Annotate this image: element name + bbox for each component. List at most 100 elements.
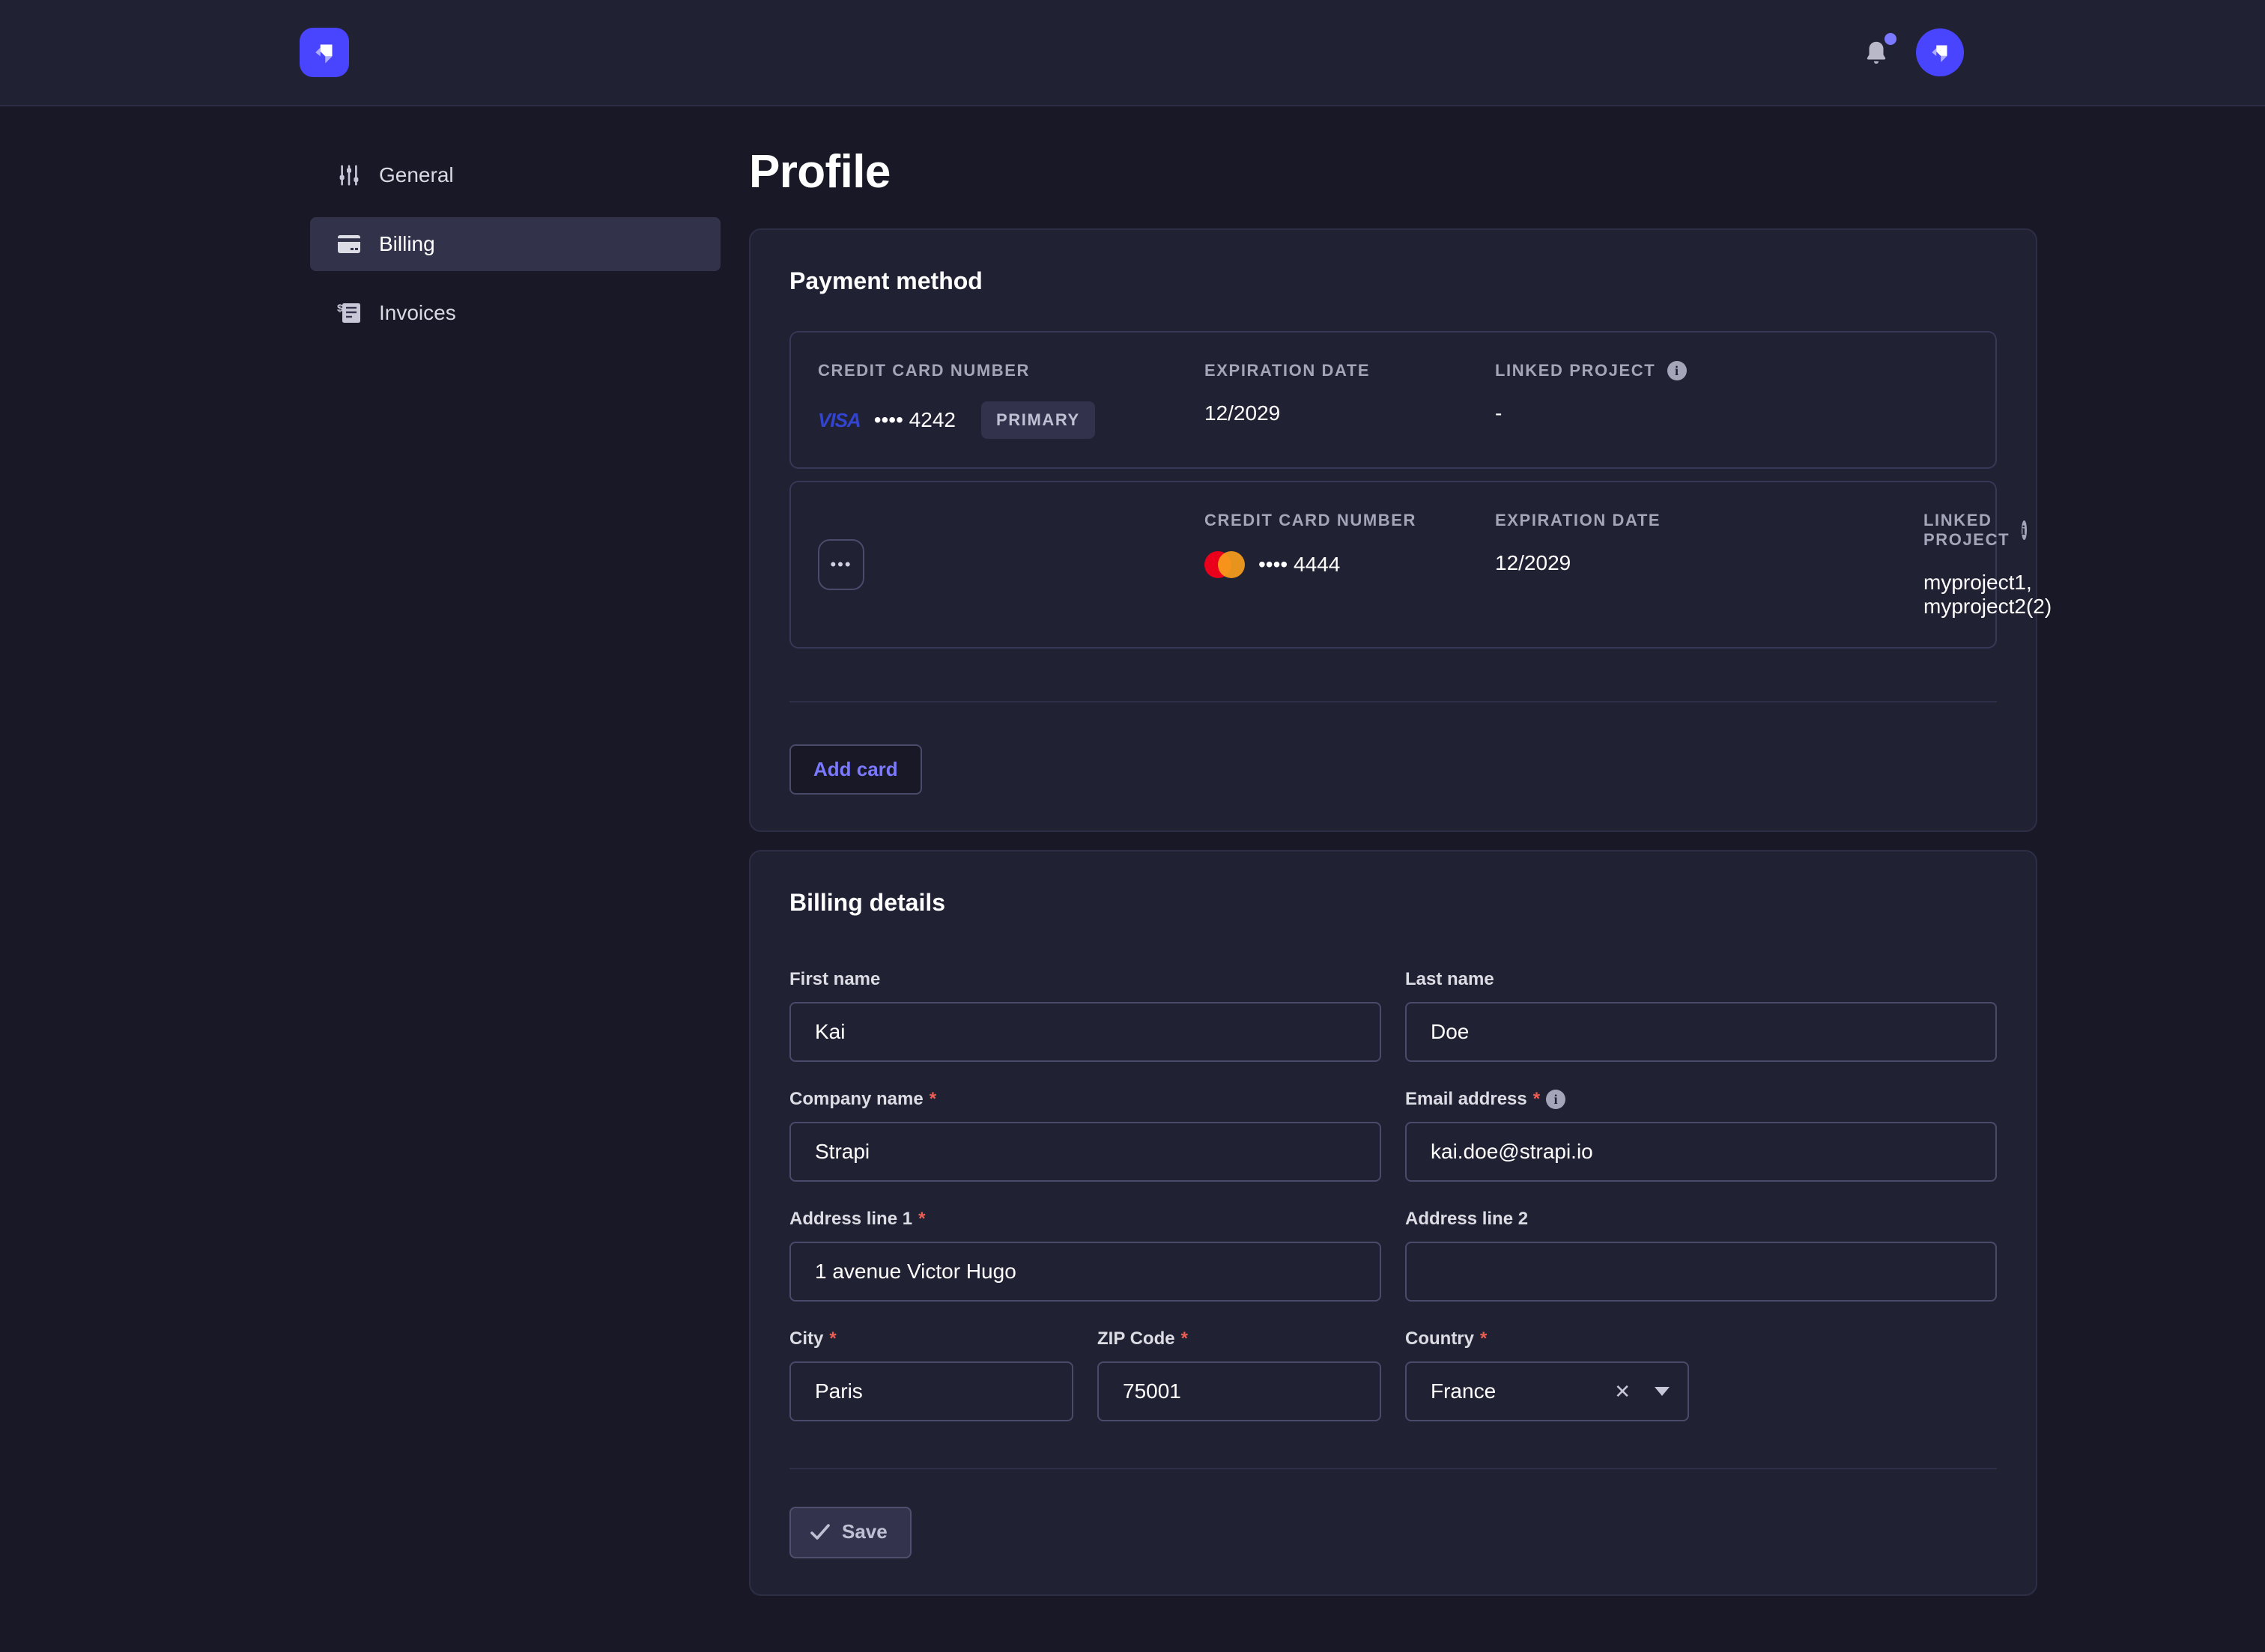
invoice-icon: $ <box>337 301 361 325</box>
country-field: Country * France ✕ <box>1405 1328 1689 1421</box>
address-line1-input[interactable] <box>789 1242 1381 1302</box>
last-name-label: Last name <box>1405 969 1997 990</box>
sidebar-item-invoices[interactable]: $ Invoices <box>310 286 721 340</box>
address-line2-label: Address line 2 <box>1405 1209 1997 1230</box>
card-actions-menu-button[interactable]: ••• <box>818 539 864 590</box>
clear-icon[interactable]: ✕ <box>1608 1380 1637 1403</box>
save-button-label: Save <box>842 1520 888 1543</box>
settings-sidebar: General Billing <box>0 106 721 355</box>
linked-project-label: LINKED PROJECT i <box>1495 361 1923 380</box>
panel-divider <box>789 1468 1997 1469</box>
cc-number-value: VISA •••• 4242 PRIMARY <box>818 401 1204 439</box>
masked-number: •••• 4242 <box>874 408 956 432</box>
linked-project-col: LINKED PROJECT i myproject1, myproject2(… <box>1923 511 1974 619</box>
expiration-value: 12/2029 <box>1495 551 1923 575</box>
user-avatar[interactable] <box>1916 28 1964 76</box>
required-marker: * <box>1181 1328 1188 1349</box>
check-icon <box>810 1524 830 1540</box>
label-text: Country <box>1405 1328 1474 1349</box>
sliders-icon <box>337 163 361 187</box>
sidebar-item-general[interactable]: General <box>310 148 721 202</box>
email-input[interactable] <box>1405 1122 1997 1182</box>
last-name-input[interactable] <box>1405 1002 1997 1062</box>
company-name-field: Company name * <box>789 1089 1381 1182</box>
required-marker: * <box>918 1209 925 1230</box>
sidebar-item-label: General <box>379 163 454 187</box>
country-select[interactable]: France ✕ <box>1405 1361 1689 1421</box>
strapi-logo-icon <box>309 37 340 68</box>
card-row-mastercard: CREDIT CARD NUMBER •••• 4444 EXPIRATION … <box>789 481 1997 649</box>
svg-text:$: $ <box>337 303 343 314</box>
first-name-input[interactable] <box>789 1002 1381 1062</box>
billing-form-row-city: City* ZIP Code * Country * <box>789 1328 1997 1421</box>
zip-code-input[interactable] <box>1097 1361 1381 1421</box>
page-title: Profile <box>749 145 2037 198</box>
visa-logo: VISA <box>818 409 861 432</box>
notifications-button[interactable] <box>1862 37 1892 67</box>
billing-details-title: Billing details <box>789 889 1997 917</box>
payment-method-title: Payment method <box>789 267 1997 295</box>
zip-code-label: ZIP Code * <box>1097 1328 1381 1349</box>
required-marker: * <box>1533 1089 1540 1110</box>
add-card-button[interactable]: Add card <box>789 744 922 795</box>
label-text: Company name <box>789 1089 924 1110</box>
label-text: Address line 2 <box>1405 1209 1528 1230</box>
expiration-col: EXPIRATION DATE 12/2029 <box>1495 511 1923 575</box>
sidebar-item-billing[interactable]: Billing <box>310 217 721 271</box>
linked-project-label-text: LINKED PROJECT <box>1923 511 2010 550</box>
first-name-label: First name <box>789 969 1381 990</box>
address-line2-input[interactable] <box>1405 1242 1997 1302</box>
cc-number-value: •••• 4444 <box>1204 551 1495 578</box>
city-label: City* <box>789 1328 1073 1349</box>
save-button[interactable]: Save <box>789 1507 912 1558</box>
country-select-value: France <box>1431 1379 1608 1403</box>
info-icon[interactable]: i <box>1546 1090 1565 1109</box>
strapi-logo[interactable] <box>300 28 349 77</box>
linked-project-col: LINKED PROJECT i - <box>1495 361 1923 425</box>
app-root: General Billing <box>0 0 2265 1652</box>
cc-number-col: CREDIT CARD NUMBER •••• 4444 <box>1204 511 1495 578</box>
expiration-label: EXPIRATION DATE <box>1495 511 1923 530</box>
email-field: Email address* i <box>1405 1089 1997 1182</box>
label-text: Address line 1 <box>789 1209 912 1230</box>
mastercard-logo <box>1204 551 1245 578</box>
sidebar-item-label: Invoices <box>379 301 456 325</box>
expiration-label: EXPIRATION DATE <box>1204 361 1495 380</box>
info-icon[interactable]: i <box>1667 361 1687 380</box>
zip-code-field: ZIP Code * <box>1097 1328 1381 1421</box>
label-text: ZIP Code <box>1097 1328 1175 1349</box>
last-name-field: Last name <box>1405 969 1997 1062</box>
topbar-actions <box>1862 28 1964 76</box>
first-name-field: First name <box>789 969 1381 1062</box>
cc-number-col: CREDIT CARD NUMBER VISA •••• 4242 PRIMAR… <box>818 361 1204 439</box>
card-row-visa: CREDIT CARD NUMBER VISA •••• 4242 PRIMAR… <box>789 331 1997 469</box>
avatar-strapi-icon <box>1926 38 1954 67</box>
linked-project-value: myproject1, myproject2(2) <box>1923 571 1974 619</box>
linked-project-value: - <box>1495 401 1923 425</box>
primary-badge: PRIMARY <box>981 401 1095 439</box>
cc-number-label: CREDIT CARD NUMBER <box>1204 511 1495 530</box>
cc-number-label: CREDIT CARD NUMBER <box>818 361 1204 380</box>
main-content: Profile Payment method CREDIT CARD NUMBE… <box>749 106 2037 1614</box>
label-text: First name <box>789 969 880 990</box>
ellipsis-icon: ••• <box>830 555 852 574</box>
credit-card-icon <box>337 232 361 256</box>
required-marker: * <box>930 1089 936 1110</box>
info-icon[interactable]: i <box>2022 520 2027 540</box>
notification-dot <box>1885 33 1896 45</box>
required-marker: * <box>1480 1328 1487 1349</box>
payment-method-panel: Payment method CREDIT CARD NUMBER VISA •… <box>749 228 2037 832</box>
linked-project-label-text: LINKED PROJECT <box>1495 361 1655 380</box>
masked-number: •••• 4444 <box>1258 553 1340 577</box>
expiration-col: EXPIRATION DATE 12/2029 <box>1204 361 1495 425</box>
address-line2-field: Address line 2 <box>1405 1209 1997 1302</box>
address-line1-label: Address line 1 * <box>789 1209 1381 1230</box>
panel-divider <box>789 701 1997 702</box>
label-text: City <box>789 1328 823 1349</box>
linked-project-label: LINKED PROJECT i <box>1923 511 1974 550</box>
billing-details-panel: Billing details First name Last name <box>749 850 2037 1596</box>
chevron-down-icon[interactable] <box>1655 1387 1670 1396</box>
sidebar-item-label: Billing <box>379 232 435 256</box>
city-input[interactable] <box>789 1361 1073 1421</box>
company-name-input[interactable] <box>789 1122 1381 1182</box>
